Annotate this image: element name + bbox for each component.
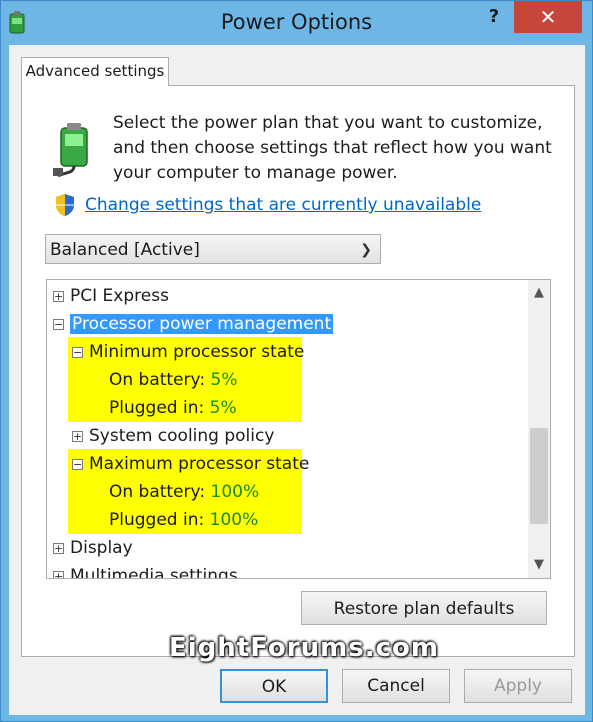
plan-description: Select the power plan that you want to c… [113, 113, 552, 183]
setting-value[interactable]: 5% [210, 398, 237, 418]
collapse-icon[interactable]: − [53, 318, 64, 330]
ok-button[interactable]: OK [220, 669, 328, 703]
collapse-icon[interactable]: − [72, 458, 83, 470]
max-state-on-battery[interactable]: On battery: 100% [109, 478, 259, 506]
change-unavailable-settings-link[interactable]: Change settings that are currently unava… [85, 195, 481, 215]
min-state-plugged-in[interactable]: Plugged in: 5% [109, 394, 237, 422]
scroll-down-icon[interactable]: ▼ [528, 552, 550, 578]
expand-icon[interactable]: + [53, 290, 64, 302]
eightforums-watermark: EightForums.com [169, 633, 439, 663]
tree-item-label: Processor power management [70, 314, 334, 334]
setting-value[interactable]: 100% [211, 482, 260, 502]
tree-item-minimum-processor-state[interactable]: − Minimum processor state [72, 338, 304, 366]
uac-shield-icon [54, 193, 76, 217]
help-button[interactable]: ? [481, 3, 507, 31]
min-state-on-battery[interactable]: On battery: 5% [109, 366, 238, 394]
setting-value[interactable]: 100% [210, 510, 259, 530]
tree-item-label: Maximum processor state [89, 454, 310, 474]
expand-icon[interactable]: + [72, 430, 83, 442]
setting-label: Plugged in: [109, 510, 205, 530]
chevron-down-icon: ❯ [360, 242, 372, 258]
tree-scrollbar[interactable]: ▲ ▼ [528, 280, 550, 578]
tree-item-label: Minimum processor state [89, 342, 305, 362]
tree-item-label: Multimedia settings [70, 566, 238, 579]
tree-item-maximum-processor-state[interactable]: − Maximum processor state [72, 450, 309, 478]
collapse-icon[interactable]: − [72, 346, 83, 358]
setting-value[interactable]: 5% [211, 370, 238, 390]
setting-label: Plugged in: [109, 398, 205, 418]
dialog-client-area: Advanced settings Select the power plan … [9, 45, 585, 715]
tree-item-display[interactable]: + Display [53, 534, 133, 562]
apply-button[interactable]: Apply [464, 669, 572, 703]
setting-label: On battery: [109, 482, 206, 502]
tree-item-processor-power-management[interactable]: − Processor power management [53, 310, 334, 338]
tree-item-pci-express[interactable]: + PCI Express [53, 282, 169, 310]
tree-item-system-cooling-policy[interactable]: + System cooling policy [72, 422, 274, 450]
expand-icon[interactable]: + [53, 570, 64, 578]
cancel-button[interactable]: Cancel [342, 669, 450, 703]
scroll-up-icon[interactable]: ▲ [528, 280, 550, 306]
battery-plug-icon [52, 122, 98, 178]
title-bar: Power Options ? ✕ [1, 1, 592, 45]
restore-plan-defaults-button[interactable]: Restore plan defaults [301, 591, 547, 625]
expand-icon[interactable]: + [53, 542, 64, 554]
power-options-window: Power Options ? ✕ Advanced settings Sele… [0, 0, 593, 722]
settings-tree[interactable]: + PCI Express − Processor power management… [46, 279, 551, 579]
tree-item-label: Display [70, 538, 133, 558]
tree-item-label: System cooling policy [89, 426, 275, 446]
close-button[interactable]: ✕ [514, 1, 582, 33]
scrollbar-thumb[interactable] [530, 428, 548, 524]
tree-item-label: PCI Express [70, 286, 169, 306]
max-state-plugged-in[interactable]: Plugged in: 100% [109, 506, 258, 534]
tree-item-multimedia-settings[interactable]: + Multimedia settings [53, 562, 238, 579]
advanced-settings-panel: Select the power plan that you want to c… [21, 85, 575, 657]
power-plan-dropdown[interactable]: Balanced [Active] ❯ [45, 234, 381, 264]
tab-advanced-settings[interactable]: Advanced settings [21, 57, 169, 86]
setting-label: On battery: [109, 370, 206, 390]
power-plan-value: Balanced [Active] [50, 240, 200, 260]
